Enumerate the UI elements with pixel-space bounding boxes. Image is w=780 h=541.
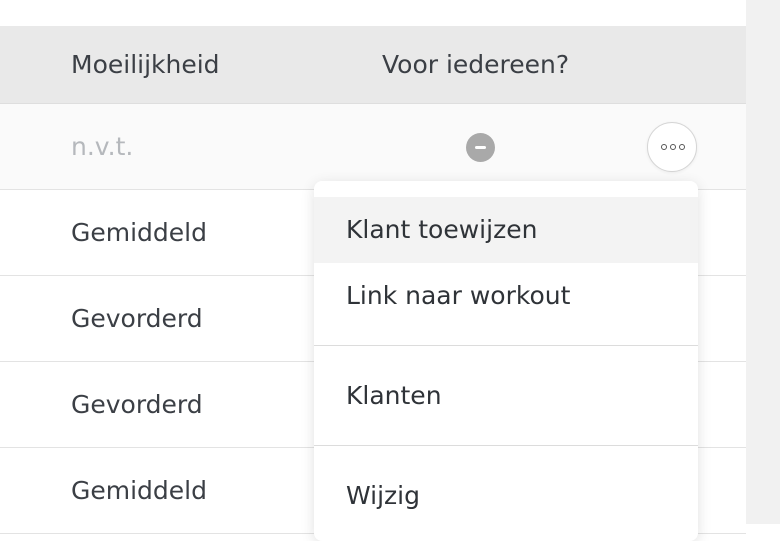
difficulty-cell: Gemiddeld bbox=[71, 218, 207, 247]
menu-item-link-to-workout[interactable]: Link naar workout bbox=[314, 263, 698, 345]
table-header: Moeilijkheid Voor iedereen? bbox=[0, 26, 746, 104]
minus-circle-icon bbox=[466, 133, 495, 162]
workout-table: Moeilijkheid Voor iedereen? n.v.t. Gemid… bbox=[0, 0, 746, 541]
difficulty-cell: Gevorderd bbox=[71, 390, 203, 419]
column-header-for-everyone[interactable]: Voor iedereen? bbox=[382, 26, 569, 104]
more-dots-icon bbox=[670, 144, 676, 150]
difficulty-cell: Gemiddeld bbox=[71, 476, 207, 505]
difficulty-cell: n.v.t. bbox=[71, 132, 134, 161]
menu-item-edit[interactable]: Wijzig bbox=[314, 446, 698, 541]
more-dots-icon bbox=[661, 144, 667, 150]
menu-item-clients[interactable]: Klanten bbox=[314, 346, 698, 445]
column-header-difficulty[interactable]: Moeilijkheid bbox=[71, 26, 220, 104]
menu-item-assign-client[interactable]: Klant toewijzen bbox=[314, 197, 698, 263]
difficulty-cell: Gevorderd bbox=[71, 304, 203, 333]
table-row[interactable]: n.v.t. bbox=[0, 104, 746, 190]
actions-dropdown-menu: Klant toewijzen Link naar workout Klante… bbox=[314, 181, 698, 541]
more-dots-icon bbox=[679, 144, 685, 150]
vertical-scrollbar[interactable] bbox=[746, 0, 780, 524]
more-actions-button[interactable] bbox=[647, 122, 697, 172]
